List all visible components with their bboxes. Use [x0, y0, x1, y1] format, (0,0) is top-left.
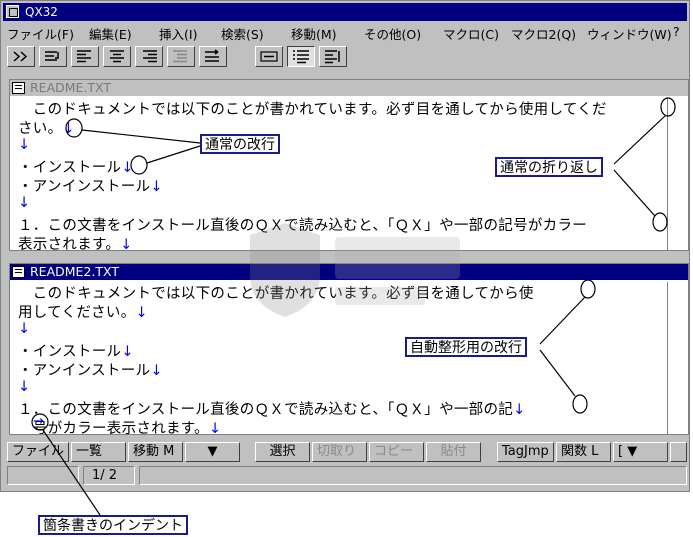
callout-normal-wrap: 通常の折り返し — [495, 157, 603, 177]
wrap-arrow-button[interactable] — [199, 46, 227, 67]
wrap-newline-button[interactable] — [39, 46, 67, 67]
status-cell — [7, 466, 79, 485]
text-line: ↓ — [18, 379, 31, 395]
app-icon[interactable] — [6, 5, 19, 18]
wrap-arrow-icon — [205, 49, 219, 62]
fkey-cut[interactable]: 切取り — [312, 442, 367, 462]
fkey-select[interactable]: 選択 — [255, 442, 310, 462]
text-line: ・アンインストール↓ — [18, 363, 163, 379]
pane-title: README.TXT — [30, 80, 112, 95]
pane-title-bar[interactable]: README.TXT — [10, 80, 688, 96]
align-center-button[interactable] — [103, 46, 131, 67]
align-left-icon — [77, 50, 91, 63]
wrap-button[interactable] — [7, 46, 35, 67]
text-line: このドキュメントでは以下のことが書かれています。必ず目を通してから使用してくだ — [18, 102, 607, 118]
text-line: ↓ — [18, 195, 31, 211]
fkey-bracket[interactable]: [ ▼ — [613, 442, 668, 462]
text-line: ↓ — [18, 137, 31, 153]
toolbar — [3, 44, 689, 70]
document-icon — [12, 266, 25, 278]
text-line: ・インストール↓ — [18, 160, 134, 176]
menu-macro2[interactable]: マクロ2(Q) — [511, 24, 576, 43]
text-line: 表示されます。↓ — [18, 237, 133, 251]
list-alt-icon — [325, 50, 340, 64]
list-icon — [293, 50, 309, 64]
document-icon — [12, 82, 25, 94]
title-bar[interactable]: QX32 — [3, 3, 687, 21]
status-cell — [139, 466, 687, 485]
status-page: 1/ 2 — [83, 466, 135, 485]
callout-auto-format-newline: 自動整形用の改行 — [405, 337, 527, 357]
menu-other[interactable]: その他(O) — [364, 24, 421, 43]
wrap-guide-line — [667, 98, 668, 250]
indent-arrow-mark: → — [33, 414, 44, 429]
menu-file[interactable]: ファイル(F) — [7, 24, 74, 43]
wrap-icon — [13, 51, 28, 62]
function-key-bar: ファイル M 一覧 移動 M ▼ 選択 切取り コピー 貼付 TagJmp 関数… — [3, 441, 689, 464]
text-line: 用してください。↓ — [18, 305, 148, 321]
menu-search[interactable]: 検索(S) — [221, 24, 264, 43]
text-line: さい。↓ — [18, 121, 75, 137]
fkey-file[interactable]: ファイル M — [7, 442, 69, 462]
list-button[interactable] — [287, 46, 315, 67]
text-line: ・アンインストール↓ — [18, 179, 163, 195]
indent-icon — [173, 50, 187, 63]
text-line: １．この文書をインストール直後のＱＸで読み込むと、「ＱＸ」や一部の記↓ — [18, 402, 526, 418]
text-line: ・インストール↓ — [18, 344, 134, 360]
list-alt-button[interactable] — [319, 46, 347, 67]
menu-edit[interactable]: 編集(E) — [89, 24, 132, 43]
fkey-dropdown[interactable]: ▼ — [185, 442, 240, 462]
text-line: ↓ — [18, 321, 31, 337]
menu-bar: ファイル(F) 編集(E) 挿入(I) 検索(S) 移動(M) その他(O) マ… — [3, 22, 689, 42]
align-center-icon — [110, 50, 124, 63]
watermark-shield-icon — [250, 223, 460, 317]
align-left-button[interactable] — [71, 46, 99, 67]
align-right-icon — [143, 50, 157, 63]
fkey-list[interactable]: 一覧 — [71, 442, 126, 462]
callout-bullet-indent: 箇条書きのインデント — [38, 515, 188, 535]
fkey-paste[interactable]: 貼付 — [426, 442, 481, 462]
indent-button[interactable] — [167, 46, 195, 67]
menu-window[interactable]: ウィンドウ(W) — [587, 24, 672, 43]
fkey-extra[interactable] — [670, 442, 687, 462]
wrap-newline-icon — [45, 51, 59, 61]
fkey-function[interactable]: 関数 L — [556, 442, 611, 462]
menu-insert[interactable]: 挿入(I) — [159, 24, 197, 43]
status-bar: 1/ 2 — [3, 465, 689, 487]
fkey-tagjump[interactable]: TagJmp — [497, 442, 554, 462]
fkey-move[interactable]: 移動 M — [128, 442, 183, 462]
fkey-copy[interactable]: コピー — [369, 442, 424, 462]
callout-normal-newline: 通常の改行 — [200, 134, 280, 154]
pane-title: README2.TXT — [30, 264, 119, 279]
text-line: 号がカラー表示されます。↓ — [18, 421, 222, 435]
frame-icon — [260, 51, 278, 62]
align-right-button[interactable] — [135, 46, 163, 67]
wrap-guide-line — [667, 282, 668, 434]
menu-move[interactable]: 移動(M) — [291, 24, 337, 43]
frame-button[interactable] — [255, 46, 283, 67]
window-title: QX32 — [25, 5, 58, 19]
menu-help[interactable]: ? — [673, 24, 680, 39]
menu-macro[interactable]: マクロ(C) — [443, 24, 499, 43]
